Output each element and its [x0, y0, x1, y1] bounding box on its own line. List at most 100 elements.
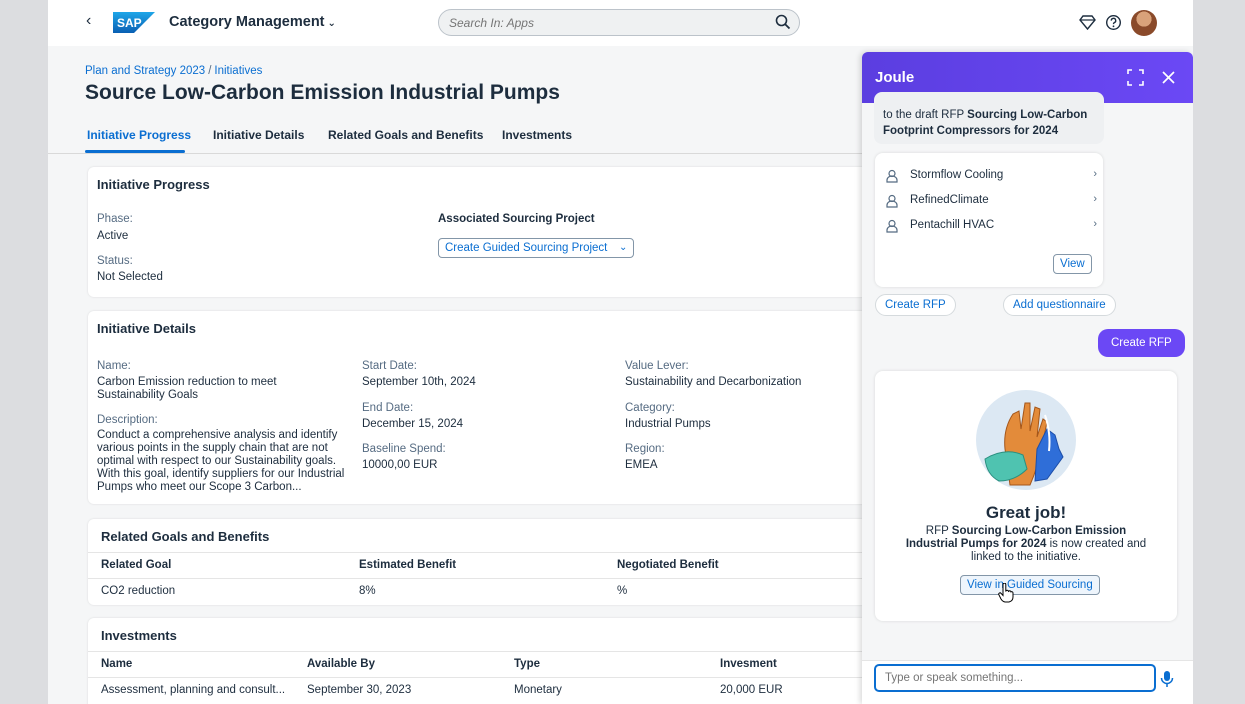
column-header-available-by: Available By	[307, 658, 375, 670]
breadcrumb-link-plan[interactable]: Plan and Strategy 2023	[85, 65, 205, 77]
fullscreen-icon[interactable]	[1127, 69, 1144, 86]
column-header-estimated-benefit: Estimated Benefit	[359, 559, 457, 571]
status-label: Status:	[97, 255, 133, 267]
divider	[88, 578, 868, 579]
table-cell[interactable]: Assessment, planning and consult...	[101, 684, 285, 696]
create-guided-sourcing-label: Create Guided Sourcing Project	[445, 242, 608, 254]
supplier-name: RefinedClimate	[910, 194, 989, 206]
baseline-spend-value: 10000,00 EUR	[362, 459, 438, 471]
breadcrumb: Plan and Strategy 2023/Initiatives	[85, 65, 262, 77]
table-cell: %	[617, 585, 628, 597]
supplier-name: Stormflow Cooling	[910, 169, 1004, 181]
chevron-down-icon: ⌄	[327, 18, 336, 29]
create-rfp-action[interactable]: Create RFP	[875, 294, 956, 316]
help-icon[interactable]	[1105, 14, 1122, 31]
value-lever-value: Sustainability and Decarbonization	[625, 376, 802, 388]
region-label: Region:	[625, 443, 665, 455]
shell-bar: ‹ SAP Category Management ⌄	[48, 0, 1193, 46]
name-label: Name:	[97, 360, 131, 372]
table-cell: 20,000 EUR	[720, 684, 783, 696]
card-title: Related Goals and Benefits	[101, 529, 270, 544]
app-title-menu[interactable]: Category Management ⌄	[169, 14, 336, 30]
supplier-name: Pentachill HVAC	[910, 219, 995, 231]
add-questionnaire-action[interactable]: Add questionnaire	[1003, 294, 1116, 316]
end-date-label: End Date:	[362, 402, 414, 414]
chevron-right-icon: ›	[1093, 218, 1097, 230]
card-title: Initiative Progress	[97, 177, 210, 192]
app-title: Category Management	[169, 14, 325, 30]
card-title: Investments	[101, 628, 177, 643]
chevron-down-icon: ⌄	[618, 242, 628, 253]
app-window: ‹ SAP Category Management⌄ Plan and Stra…	[48, 0, 1193, 704]
status-value: Not Selected	[97, 271, 163, 283]
start-date-value: September 10th, 2024	[362, 376, 476, 388]
search-field[interactable]	[438, 9, 800, 36]
assistant-message: to the draft RFP Sourcing Low-Carbon Foo…	[874, 92, 1104, 144]
tab-initiative-progress[interactable]: Initiative Progress	[87, 128, 191, 142]
table-cell: Monetary	[514, 684, 562, 696]
page-title: Source Low-Carbon Emission Industrial Pu…	[85, 81, 560, 104]
back-icon[interactable]: ‹	[86, 12, 91, 30]
column-header-investment: Invesment	[720, 658, 777, 670]
name-value: Carbon Emission reduction to meet Sustai…	[97, 376, 277, 401]
message-text: RFP	[925, 525, 949, 537]
tab-related-goals[interactable]: Related Goals and Benefits	[328, 128, 483, 142]
baseline-spend-label: Baseline Spend:	[362, 443, 446, 455]
joule-panel: Joule to the draft RFP Sourcing Low-Carb…	[862, 52, 1193, 704]
joule-chat-input[interactable]	[874, 664, 1156, 692]
chevron-right-icon: ›	[1093, 193, 1097, 205]
related-goals-card: Related Goals and Benefits Related Goal …	[88, 519, 878, 605]
tab-initiative-details[interactable]: Initiative Details	[213, 128, 304, 142]
create-guided-sourcing-button[interactable]: Create Guided Sourcing Project ⌄	[438, 238, 635, 258]
avatar[interactable]	[1131, 10, 1157, 36]
view-button[interactable]: View	[1053, 254, 1092, 274]
message-bold-text: Sourcing Low-Carbon	[967, 109, 1088, 121]
associated-sourcing-title: Associated Sourcing Project	[438, 213, 595, 225]
investments-card: Investments Name Available By Type Inves…	[88, 618, 878, 704]
close-icon[interactable]	[1160, 69, 1177, 86]
column-header-name: Name	[101, 658, 133, 670]
column-header-related-goal: Related Goal	[101, 559, 172, 571]
supplier-list-card: Stormflow Cooling › RefinedClimate › Pen…	[875, 153, 1103, 287]
list-item[interactable]: Stormflow Cooling ›	[885, 166, 1097, 188]
supplier-icon	[886, 219, 898, 233]
divider	[88, 651, 868, 652]
initiative-details-card: Initiative Details Name: Carbon Emission…	[88, 311, 878, 504]
initiative-progress-card: Initiative Progress Phase: Active Status…	[88, 167, 878, 297]
user-message: Create RFP	[1098, 329, 1185, 357]
description-label: Description:	[97, 414, 158, 426]
card-title: Initiative Details	[97, 321, 196, 336]
search-icon[interactable]	[775, 14, 791, 30]
list-item[interactable]: Pentachill HVAC ›	[885, 216, 1097, 238]
message-text: to the draft RFP	[883, 109, 964, 121]
category-label: Category:	[625, 402, 675, 414]
category-value: Industrial Pumps	[625, 418, 711, 430]
supplier-icon	[886, 169, 898, 183]
list-item[interactable]: RefinedClimate ›	[885, 191, 1097, 213]
right-background	[1193, 0, 1245, 704]
assistant-message-text: to the draft RFP Sourcing Low-Carbon Foo…	[883, 107, 1099, 139]
search-input[interactable]	[449, 14, 769, 32]
sap-logo[interactable]: SAP	[113, 12, 155, 33]
phase-value: Active	[97, 230, 129, 242]
description-value: Conduct a comprehensive analysis and ide…	[97, 429, 345, 493]
table-cell: 8%	[359, 585, 376, 597]
start-date-label: Start Date:	[362, 360, 417, 372]
joule-title: Joule	[875, 69, 915, 86]
tab-investments[interactable]: Investments	[502, 128, 572, 142]
value-lever-label: Value Lever:	[625, 360, 689, 372]
joule-input-bar	[862, 660, 1193, 704]
view-in-guided-sourcing-button[interactable]: View in Guided Sourcing	[960, 575, 1100, 595]
success-card: Great job! RFP Sourcing Low-Carbon Emiss…	[875, 371, 1177, 621]
diamond-icon[interactable]	[1079, 14, 1096, 31]
chevron-right-icon: ›	[1093, 168, 1097, 180]
divider	[88, 552, 868, 553]
column-header-negotiated-benefit: Negotiated Benefit	[617, 559, 719, 571]
great-job-title: Great job!	[985, 503, 1067, 522]
table-cell: CO2 reduction	[101, 585, 176, 597]
left-background	[0, 0, 48, 704]
column-header-type: Type	[514, 658, 540, 670]
breadcrumb-link-initiatives[interactable]: Initiatives	[214, 65, 262, 77]
microphone-icon[interactable]	[1159, 670, 1175, 688]
success-message: RFP Sourcing Low-Carbon Emission Industr…	[905, 525, 1147, 564]
